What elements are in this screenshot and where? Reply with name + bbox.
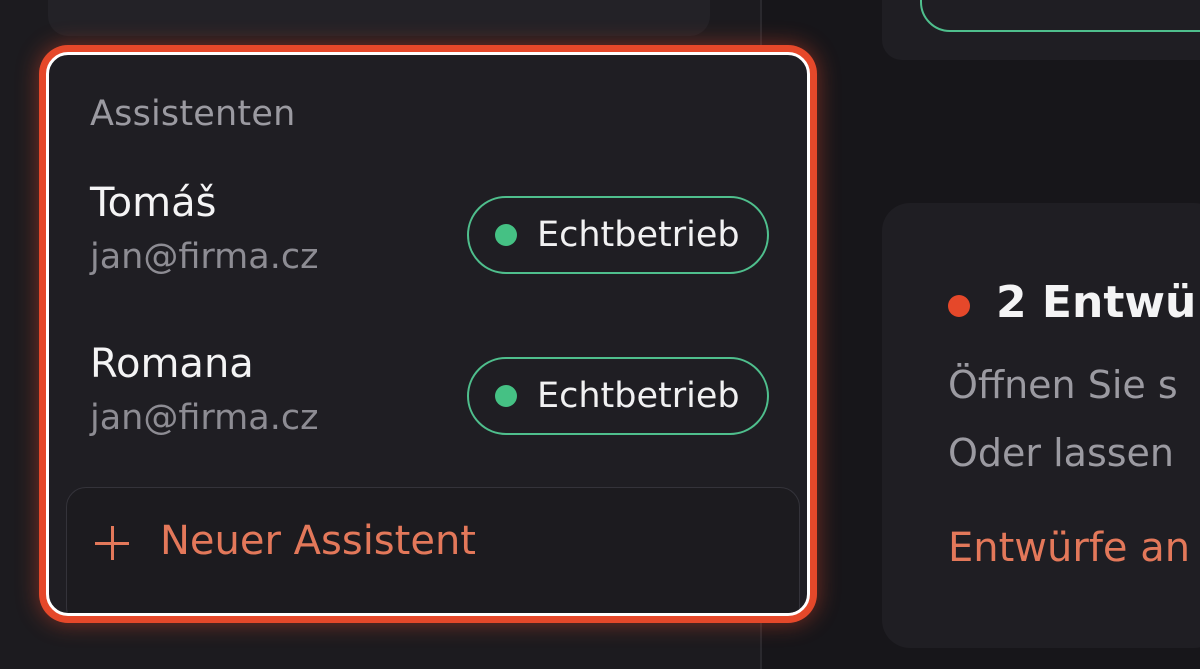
alert-dot-icon [948, 295, 970, 317]
status-dot-icon [495, 385, 517, 407]
top-card-left [48, 0, 710, 36]
assistants-panel: Assistenten Tomáš jan@firma.cz Echtbetri… [46, 52, 810, 616]
new-assistant-label: Neuer Assistent [160, 518, 476, 564]
drafts-description-line: Öffnen Sie s [948, 363, 1178, 407]
drafts-title: 2 Entwürf [996, 277, 1200, 328]
status-label: Echtbetrieb [537, 376, 740, 416]
assistant-item-romana[interactable]: Romana jan@firma.cz [90, 340, 318, 440]
status-badge[interactable]: Echtbetrieb [467, 357, 769, 435]
status-label: Echtbetrieb [537, 215, 740, 255]
assistant-email: jan@firma.cz [90, 398, 319, 438]
drafts-description-line: Oder lassen [948, 431, 1175, 475]
assistant-item-tomas[interactable]: Tomáš jan@firma.cz [90, 179, 318, 279]
assistant-email: jan@firma.cz [90, 237, 319, 277]
status-dot-icon [495, 224, 517, 246]
top-card-button[interactable] [920, 0, 1200, 32]
assistant-name: Tomáš [90, 180, 217, 226]
new-assistant-button[interactable]: Neuer Assistent [66, 487, 800, 613]
top-card-right [882, 0, 1200, 60]
drafts-action-link[interactable]: Entwürfe an [948, 525, 1190, 571]
assistant-name: Romana [90, 341, 254, 387]
plus-icon [95, 526, 129, 560]
drafts-card: 2 Entwürf Öffnen Sie s Oder lassen Entwü… [882, 203, 1200, 648]
status-badge[interactable]: Echtbetrieb [467, 196, 769, 274]
section-label: Assistenten [90, 94, 296, 134]
